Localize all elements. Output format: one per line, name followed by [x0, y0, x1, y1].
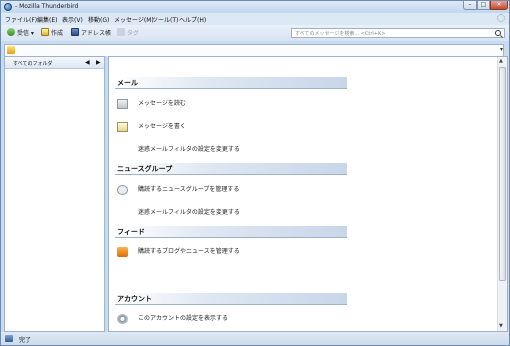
- menu-help[interactable]: ヘルプ(H): [179, 15, 206, 24]
- section-header-mail: メール: [115, 77, 347, 89]
- write-message-link[interactable]: メッセージを書く: [138, 121, 186, 130]
- activity-throbber-icon: [497, 14, 505, 22]
- read-messages-link[interactable]: メッセージを読む: [138, 98, 186, 107]
- write-label: 作成: [51, 30, 64, 37]
- menu-message[interactable]: メッセージ(M): [114, 15, 154, 24]
- address-book-label: アドレス帳: [81, 30, 112, 37]
- write-icon: [41, 28, 49, 36]
- folder-pane: すべてのフォルダ ◀ ▶: [4, 56, 105, 332]
- search-placeholder: すべてのメッセージを検索... <Ctrl+K>: [295, 31, 386, 37]
- menu-go[interactable]: 移動(G): [88, 15, 109, 24]
- account-settings-icon: [117, 314, 128, 324]
- maximize-button[interactable]: □: [477, 1, 490, 10]
- app-window: - Mozilla Thunderbird – □ ✕ ファイル(F) 編集(E…: [0, 0, 510, 346]
- scroll-down-arrow-icon[interactable]: ▼: [499, 323, 503, 329]
- prev-view-arrow-icon[interactable]: ◀: [85, 59, 90, 66]
- tab-list-arrow-icon[interactable]: ▾: [500, 46, 503, 53]
- minimize-button[interactable]: –: [463, 1, 477, 10]
- tab-folder[interactable]: [4, 44, 504, 56]
- get-mail-icon: [7, 28, 15, 36]
- tag-icon: [117, 28, 125, 36]
- title-bar: - Mozilla Thunderbird: [1, 1, 509, 13]
- news-junk-settings-link[interactable]: 迷惑メールフィルタの設定を変更する: [138, 207, 240, 216]
- scroll-up-arrow-icon[interactable]: ▲: [499, 58, 503, 64]
- folder-tab-icon: [7, 46, 15, 54]
- menu-file[interactable]: ファイル(F): [5, 15, 37, 24]
- menu-view[interactable]: 表示(V): [62, 15, 83, 24]
- write-button[interactable]: 作成: [41, 28, 63, 39]
- section-header-feeds: フィード: [115, 226, 347, 238]
- next-view-arrow-icon[interactable]: ▶: [96, 59, 101, 66]
- search-input[interactable]: すべてのメッセージを検索... <Ctrl+K>: [291, 28, 505, 38]
- get-mail-button[interactable]: 受信 ▾: [7, 28, 34, 39]
- view-account-settings-link[interactable]: このアカウントの設定を表示する: [138, 313, 228, 322]
- dropdown-arrow-icon[interactable]: ▾: [29, 30, 34, 37]
- status-bar: [1, 332, 509, 345]
- section-header-accounts: アカウント: [115, 293, 347, 305]
- mail-junk-settings-link[interactable]: 迷惑メールフィルタの設定を変更する: [138, 144, 240, 153]
- menu-edit[interactable]: 編集(E): [37, 15, 57, 24]
- close-button[interactable]: ✕: [490, 1, 508, 10]
- manage-newsgroups-link[interactable]: 購読するニュースグループを管理する: [138, 184, 239, 193]
- rss-feed-icon: [117, 247, 128, 257]
- window-title: - Mozilla Thunderbird: [15, 3, 79, 10]
- section-title: ニュースグループ: [117, 165, 173, 173]
- menu-tools[interactable]: ツール(T): [152, 15, 178, 24]
- newsgroup-icon: [117, 185, 128, 195]
- folder-view-label: すべてのフォルダ: [13, 61, 53, 67]
- address-book-button[interactable]: アドレス帳: [71, 28, 111, 39]
- address-book-icon: [71, 28, 79, 36]
- get-mail-label: 受信: [17, 30, 30, 37]
- manage-feeds-link[interactable]: 購読するブログやニュースを管理する: [138, 246, 240, 255]
- search-icon[interactable]: [495, 30, 501, 36]
- section-title: アカウント: [117, 295, 152, 303]
- status-text: 完了: [19, 337, 32, 344]
- tag-label: タグ: [127, 30, 140, 37]
- vertical-scrollbar[interactable]: ▲ ▼: [497, 57, 507, 331]
- folder-pane-header: すべてのフォルダ ◀ ▶: [5, 57, 104, 69]
- section-title: メール: [117, 79, 138, 87]
- write-message-icon: [117, 122, 128, 132]
- thunderbird-logo-icon: [4, 3, 12, 11]
- section-title: フィード: [117, 228, 145, 236]
- online-status-icon[interactable]: [5, 335, 13, 342]
- read-messages-icon: [117, 99, 128, 109]
- menu-bar: ファイル(F) 編集(E) 表示(V) 移動(G) メッセージ(M) ツール(T…: [1, 13, 509, 25]
- tag-button[interactable]: タグ: [117, 28, 139, 39]
- scroll-thumb[interactable]: [499, 67, 506, 281]
- section-header-newsgroups: ニュースグループ: [115, 163, 347, 175]
